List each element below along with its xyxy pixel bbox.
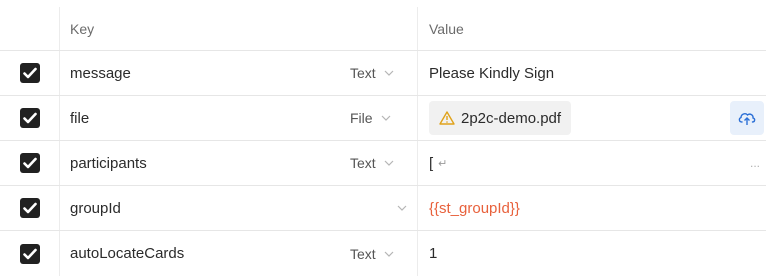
header-type-col (340, 7, 418, 50)
row-check-cell (0, 141, 60, 185)
file-chip[interactable]: 2p2c-demo.pdf (429, 101, 572, 135)
header-value: Value (429, 20, 464, 37)
row-key[interactable]: autoLocateCards (60, 231, 340, 276)
checkmark-icon (22, 112, 37, 124)
checkmark-icon (22, 202, 37, 214)
table-row: participants Text [ ↵ ... (0, 141, 766, 186)
form-data-table: Key Value message Text Please Kindly Sig… (0, 0, 766, 276)
type-select[interactable]: File (340, 96, 418, 140)
type-label: Text (350, 155, 376, 171)
table-row: groupId {{st_groupId}} (0, 186, 766, 231)
type-select[interactable]: Text (340, 141, 418, 185)
table-header: Key Value (0, 7, 766, 51)
variable-value[interactable]: {{st_groupId}} (418, 186, 766, 230)
table-row: message Text Please Kindly Sign (0, 51, 766, 96)
header-check-col (0, 7, 60, 50)
value-text: [ (429, 154, 434, 172)
row-key[interactable]: participants (60, 141, 340, 185)
type-select[interactable]: Text (340, 231, 418, 276)
type-select[interactable] (340, 186, 418, 230)
chevron-down-icon (384, 70, 394, 76)
row-checkbox[interactable] (19, 153, 40, 173)
row-checkbox[interactable] (19, 63, 40, 83)
row-checkbox[interactable] (19, 108, 40, 128)
table-row: file File 2p2c-demo.pdf (0, 96, 766, 141)
cloud-upload-icon (738, 113, 756, 125)
row-checkbox[interactable] (19, 243, 40, 264)
row-check-cell (0, 186, 60, 230)
row-value[interactable]: 1 (418, 231, 766, 276)
type-select[interactable]: Text (340, 51, 418, 95)
checkmark-icon (22, 248, 37, 259)
row-value[interactable]: Please Kindly Sign (418, 51, 766, 95)
header-key: Key (70, 20, 95, 37)
row-key[interactable]: message (60, 51, 340, 95)
file-value-cell: 2p2c-demo.pdf (418, 96, 766, 140)
chevron-down-icon (384, 160, 394, 166)
upload-button[interactable] (730, 101, 764, 135)
row-check-cell (0, 51, 60, 95)
newline-icon: ↵ (438, 157, 448, 170)
chevron-down-icon (384, 251, 394, 257)
type-label: Text (350, 65, 376, 81)
type-label: File (350, 110, 373, 126)
type-label: Text (350, 245, 376, 262)
file-name: 2p2c-demo.pdf (461, 109, 562, 127)
chevron-down-icon (397, 205, 407, 211)
checkmark-icon (22, 67, 37, 79)
overflow-ellipsis: ... (749, 156, 760, 170)
checkmark-icon (22, 157, 37, 169)
row-check-cell (0, 96, 60, 140)
row-key[interactable]: groupId (60, 186, 340, 230)
row-key[interactable]: file (60, 96, 340, 140)
table-row: autoLocateCards Text 1 (0, 231, 766, 276)
chevron-down-icon (381, 115, 391, 121)
warning-icon (439, 111, 455, 125)
row-value[interactable]: [ ↵ ... (418, 141, 766, 185)
row-check-cell (0, 231, 60, 276)
row-checkbox[interactable] (19, 198, 40, 218)
